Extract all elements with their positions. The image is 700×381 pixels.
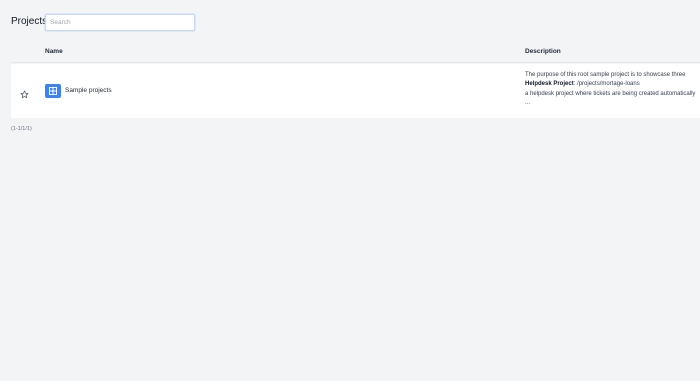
- description-ellipsis: ...: [525, 99, 531, 106]
- column-header-name[interactable]: Name: [45, 48, 63, 56]
- star-icon[interactable]: [20, 86, 29, 99]
- project-description: The purpose of this root sample project …: [525, 71, 700, 108]
- table-row[interactable]: Sample projects The purpose of this root…: [11, 64, 700, 118]
- pagination-info: (1-1/1/1): [11, 126, 32, 132]
- column-header-description[interactable]: Description: [525, 48, 561, 56]
- description-line: The purpose of this root sample project …: [525, 72, 686, 78]
- project-name-link[interactable]: Sample projects: [65, 87, 112, 95]
- description-bold-text: Helpdesk Project: [525, 81, 574, 88]
- header-divider: [11, 62, 700, 63]
- description-line: a helpdesk project where tickets are bei…: [525, 90, 696, 97]
- search-input[interactable]: [45, 14, 195, 31]
- description-line: Helpdesk Project: /projects/mortage-loan…: [525, 80, 700, 89]
- description-text: : /projects/mortage-loans: [573, 81, 640, 88]
- grid-icon[interactable]: [45, 84, 61, 98]
- page-title: Projects: [11, 16, 48, 27]
